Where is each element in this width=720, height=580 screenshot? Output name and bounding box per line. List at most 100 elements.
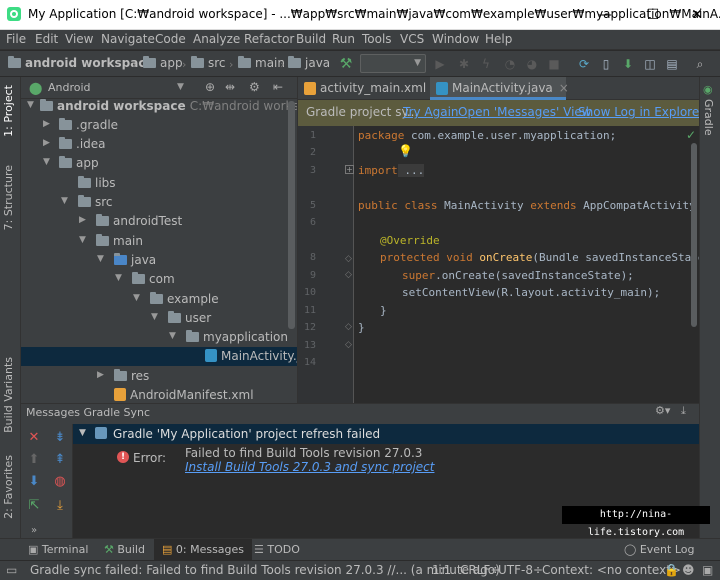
code-line[interactable]: package com.example.user.myapplication; bbox=[358, 129, 616, 142]
tree-item-src[interactable]: ▼ src bbox=[21, 193, 297, 212]
sdk-manager-icon[interactable]: ⬇ bbox=[620, 56, 636, 72]
menu-help[interactable]: Help bbox=[485, 32, 512, 46]
expand-arrow-icon[interactable]: ▶ bbox=[79, 215, 86, 225]
menu-tools[interactable]: Tools bbox=[362, 32, 392, 46]
tab-build[interactable]: ⚒ Build bbox=[104, 543, 145, 556]
status-message[interactable]: Gradle sync failed: Failed to find Build… bbox=[30, 563, 500, 577]
tree-item-idea[interactable]: ▶ .idea bbox=[21, 135, 297, 154]
code-line[interactable]: super.onCreate(savedInstanceState); bbox=[402, 269, 634, 282]
minimize-button[interactable]: — bbox=[582, 0, 628, 30]
breadcrumb-main[interactable]: main bbox=[238, 56, 285, 70]
collapse-all-icon[interactable]: ⇹ bbox=[225, 80, 235, 94]
tree-item-com[interactable]: ▼ com bbox=[21, 270, 297, 289]
expand-arrow-icon[interactable]: ▼ bbox=[27, 100, 34, 110]
run-icon[interactable]: ▶ bbox=[432, 56, 448, 72]
tree-item-res[interactable]: ▶ res bbox=[21, 367, 297, 386]
lightbulb-icon[interactable]: 💡 bbox=[398, 144, 413, 158]
code-line[interactable]: protected void onCreate(Bundle savedInst… bbox=[380, 251, 720, 264]
menu-code[interactable]: Code bbox=[155, 32, 186, 46]
open-messages-view-link[interactable]: Open 'Messages' View bbox=[458, 105, 592, 119]
tab-todo[interactable]: ☰ TODO bbox=[254, 543, 300, 556]
error-message[interactable]: Failed to find Build Tools revision 27.0… bbox=[185, 446, 422, 460]
tree-item-androidtest[interactable]: ▶ androidTest bbox=[21, 212, 297, 231]
menu-run[interactable]: Run bbox=[332, 32, 355, 46]
profile-icon[interactable]: ◔ bbox=[502, 56, 518, 72]
previous-message-icon[interactable]: ⬆ bbox=[25, 451, 43, 469]
expand-arrow-icon[interactable]: ▼ bbox=[151, 312, 158, 322]
close-button[interactable]: ✕ bbox=[674, 0, 720, 30]
menu-edit[interactable]: Edit bbox=[35, 32, 58, 46]
tab-structure[interactable]: 7: Structure bbox=[2, 165, 15, 230]
code-line[interactable]: } bbox=[358, 321, 365, 334]
expand-arrow-icon[interactable]: ▼ bbox=[115, 273, 122, 283]
apply-changes-icon[interactable]: ϟ bbox=[478, 56, 494, 72]
download-icon[interactable]: ⤓ bbox=[51, 497, 69, 515]
tree-item-app[interactable]: ▼ app bbox=[21, 154, 297, 173]
memory-indicator-icon[interactable]: ▣ bbox=[702, 563, 713, 577]
gear-icon[interactable]: ⚙▾ bbox=[655, 404, 670, 417]
show-log-in-explorer-link[interactable]: Show Log in Explorer bbox=[578, 105, 704, 119]
expand-arrow-icon[interactable]: ▶ bbox=[43, 138, 50, 148]
debug-icon[interactable]: ✱ bbox=[456, 56, 472, 72]
collapse-all-icon[interactable]: ⇞ bbox=[51, 451, 69, 469]
menu-navigate[interactable]: Navigate bbox=[101, 32, 155, 46]
scroll-from-source-icon[interactable]: ⊕ bbox=[205, 80, 215, 94]
menu-window[interactable]: Window bbox=[432, 32, 479, 46]
inspector-icon[interactable]: ☻ bbox=[682, 563, 695, 577]
hide-panel-icon[interactable]: ⇤ bbox=[273, 80, 283, 94]
menu-build[interactable]: Build bbox=[296, 32, 326, 46]
sync-gradle-icon[interactable]: ⟳ bbox=[576, 56, 592, 72]
file-encoding[interactable]: UTF-8÷ bbox=[498, 563, 543, 577]
expand-arrow-icon[interactable]: ▼ bbox=[79, 235, 86, 245]
menu-vcs[interactable]: VCS bbox=[400, 32, 424, 46]
menu-analyze[interactable]: Analyze bbox=[193, 32, 240, 46]
tree-item-libs[interactable]: libs bbox=[21, 174, 297, 193]
search-everywhere-icon[interactable]: ⌕ bbox=[692, 56, 708, 72]
line-separator[interactable]: CRLF÷ bbox=[460, 563, 500, 577]
tree-item-java[interactable]: ▼ java bbox=[21, 251, 297, 270]
tree-item-mainactivity[interactable]: MainActivity.java bbox=[21, 347, 322, 366]
project-scrollbar[interactable] bbox=[288, 101, 295, 329]
code-line[interactable]: @Override bbox=[380, 234, 440, 247]
fold-marker-icon[interactable]: ◇ bbox=[345, 254, 352, 264]
expand-arrow-icon[interactable]: ▼ bbox=[79, 428, 86, 438]
close-tab-icon[interactable]: × bbox=[559, 81, 569, 95]
tab-project[interactable]: 1: Project bbox=[2, 85, 15, 137]
expand-arrow-icon[interactable]: ▼ bbox=[97, 254, 104, 264]
breadcrumb-java[interactable]: java bbox=[288, 56, 330, 70]
stop-icon[interactable]: ■ bbox=[546, 56, 562, 72]
editor-scrollbar[interactable] bbox=[691, 143, 697, 327]
fold-marker-icon[interactable]: ◇ bbox=[345, 322, 352, 332]
expand-all-icon[interactable]: ⇟ bbox=[51, 429, 69, 447]
lock-icon[interactable]: 🔒 bbox=[664, 563, 679, 577]
coverage-icon[interactable]: ◕ bbox=[524, 56, 540, 72]
try-again-link[interactable]: Try Again bbox=[403, 105, 459, 119]
tab-build-variants[interactable]: Build Variants bbox=[2, 357, 15, 433]
close-messages-icon[interactable]: ✕ bbox=[25, 429, 43, 447]
chevron-down-icon[interactable]: ▼ bbox=[177, 82, 184, 92]
avd-manager-icon[interactable]: ▯ bbox=[598, 56, 614, 72]
expand-arrow-icon[interactable]: ▶ bbox=[97, 370, 104, 380]
tree-item-androidmanifest[interactable]: AndroidManifest.xml bbox=[21, 386, 297, 403]
expand-arrow-icon[interactable]: ▼ bbox=[61, 196, 68, 206]
hide-panel-icon[interactable]: ⤓ bbox=[681, 404, 686, 418]
caret-position[interactable]: 1:1 bbox=[432, 563, 451, 577]
breadcrumb-app[interactable]: app bbox=[143, 56, 183, 70]
tree-item-example[interactable]: ▼ example bbox=[21, 290, 297, 309]
project-structure-icon[interactable]: ▤ bbox=[664, 56, 680, 72]
show-errors-icon[interactable]: ◍ bbox=[51, 473, 69, 491]
breadcrumb-src[interactable]: src bbox=[191, 56, 226, 70]
next-message-icon[interactable]: ⬇ bbox=[25, 473, 43, 491]
expand-arrow-icon[interactable]: ▼ bbox=[169, 331, 176, 341]
maximize-button[interactable]: ☐ bbox=[630, 0, 676, 30]
install-build-tools-link[interactable]: Install Build Tools 27.0.3 and sync proj… bbox=[185, 460, 434, 474]
tree-item-gradle[interactable]: ▶ .gradle bbox=[21, 116, 297, 135]
hammer-icon[interactable]: ⚒ bbox=[338, 56, 354, 72]
code-line[interactable]: } bbox=[380, 304, 387, 317]
tab-messages[interactable]: ▤ 0: Messages bbox=[154, 539, 253, 560]
expand-arrow-icon[interactable]: ▼ bbox=[43, 157, 50, 167]
device-monitor-icon[interactable]: ◫ bbox=[642, 56, 658, 72]
code-line[interactable]: setContentView(R.layout.activity_main); bbox=[402, 286, 660, 299]
tree-item-myapplication[interactable]: ▼ myapplication bbox=[21, 328, 297, 347]
menu-file[interactable]: File bbox=[6, 32, 26, 46]
